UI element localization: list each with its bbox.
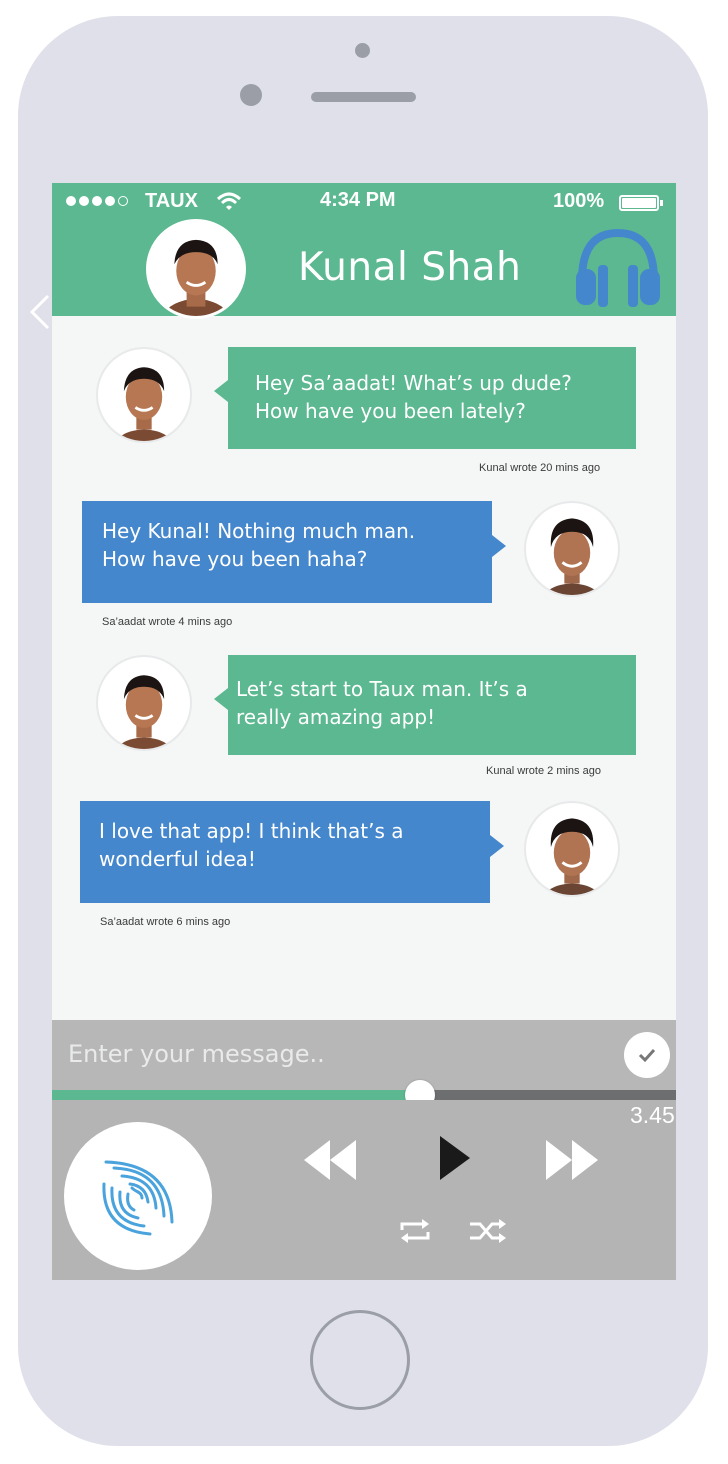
message-bubble[interactable]: Hey Kunal! Nothing much man. How have yo…: [82, 501, 492, 603]
fast-forward-icon[interactable]: [544, 1138, 600, 1182]
home-button[interactable]: [310, 1310, 410, 1410]
message-bubble[interactable]: I love that app! I think that’s a wonder…: [80, 801, 490, 903]
earpiece-speaker: [311, 92, 416, 102]
carrier-label: TAUX: [145, 190, 198, 212]
contact-avatar[interactable]: [146, 219, 246, 319]
wifi-icon: [216, 192, 242, 210]
message-line: wonderful idea!: [99, 847, 256, 871]
back-chevron-icon[interactable]: [26, 292, 52, 332]
status-time: 4:34 PM: [320, 189, 396, 211]
message-line: really amazing app!: [236, 705, 436, 729]
repeat-icon[interactable]: [398, 1216, 432, 1246]
bubble-tail: [214, 688, 228, 710]
message-line: I love that app! I think that’s a: [99, 819, 404, 843]
voice-record-button[interactable]: [64, 1122, 212, 1270]
play-icon[interactable]: [436, 1134, 472, 1182]
shuffle-icon[interactable]: [468, 1216, 508, 1246]
contact-name: Kunal Shah: [298, 245, 522, 290]
message-line: How have you been haha?: [102, 547, 368, 571]
sender-avatar: [524, 801, 620, 897]
sender-avatar: [96, 347, 192, 443]
app-screen: TAUX 4:34 PM 100% Kunal Shah Hey Sa’aada…: [52, 183, 676, 1280]
sound-waves-icon: [102, 1160, 174, 1236]
sender-avatar: [524, 501, 620, 597]
message-line: How have you been lately?: [255, 399, 526, 423]
message-meta: Sa’aadat wrote 4 mins ago: [102, 616, 233, 628]
message-meta: Kunal wrote 20 mins ago: [479, 462, 601, 474]
message-bubble[interactable]: Hey Sa’aadat! What’s up dude? How have y…: [228, 347, 636, 449]
send-button[interactable]: [624, 1032, 670, 1078]
message-input[interactable]: Enter your message..: [68, 1040, 325, 1068]
bubble-tail: [214, 380, 228, 402]
message-line: Hey Kunal! Nothing much man.: [102, 519, 416, 543]
message-meta: Sa’aadat wrote 6 mins ago: [100, 916, 231, 928]
message-composer[interactable]: Enter your message..: [52, 1020, 676, 1090]
battery-tip: [660, 200, 663, 206]
message-bubble[interactable]: Let’s start to Taux man. It’s a really a…: [228, 655, 636, 755]
progress-fill: [52, 1090, 420, 1100]
audio-player: 3.45: [52, 1100, 676, 1280]
playback-time: 3.45: [630, 1102, 675, 1128]
signal-strength-icon: [66, 196, 128, 206]
rewind-icon[interactable]: [302, 1138, 358, 1182]
checkmark-icon: [638, 1048, 656, 1063]
battery-percent: 100%: [553, 190, 605, 212]
headphones-icon[interactable]: [572, 225, 664, 309]
battery-icon: [619, 195, 659, 211]
status-bar: TAUX 4:34 PM 100%: [52, 183, 676, 219]
proximity-sensor: [355, 43, 370, 58]
message-line: Hey Sa’aadat! What’s up dude?: [255, 371, 572, 395]
front-camera: [240, 84, 262, 106]
message-meta: Kunal wrote 2 mins ago: [486, 765, 601, 777]
chat-header: TAUX 4:34 PM 100% Kunal Shah: [52, 183, 676, 319]
bubble-tail: [490, 835, 504, 857]
sender-avatar: [96, 655, 192, 751]
message-line: Let’s start to Taux man. It’s a: [236, 677, 528, 701]
bubble-tail: [492, 535, 506, 557]
